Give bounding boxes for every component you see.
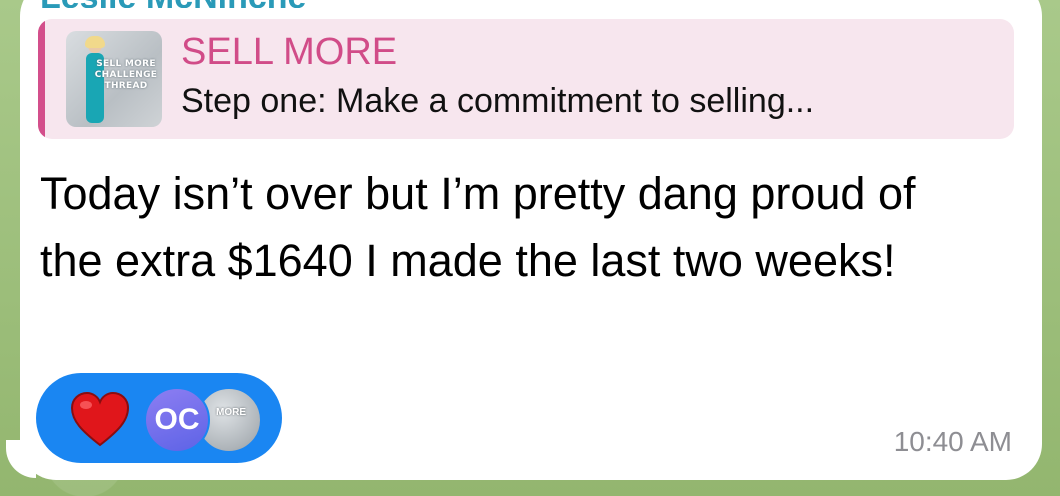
message-text: Today isn’t over but I’m pretty dang pro… bbox=[40, 168, 916, 286]
reply-title: SELL MORE bbox=[181, 31, 398, 73]
reply-preview[interactable]: SELL MORE CHALLENGE THREAD SELL MORE Ste… bbox=[38, 19, 1014, 139]
message-timestamp: 10:40 AM bbox=[893, 426, 1012, 457]
avatar-more-label: MORE bbox=[216, 407, 246, 418]
thumbnail-caption: SELL MORE CHALLENGE THREAD bbox=[94, 59, 158, 91]
reply-accent-bar bbox=[38, 19, 45, 139]
reply-text: Step one: Make a commitment to selling..… bbox=[181, 82, 815, 120]
reaction-pill[interactable]: OC MORE bbox=[36, 373, 282, 463]
reactor-avatar-oc[interactable]: OC bbox=[144, 387, 210, 453]
reply-thumbnail: SELL MORE CHALLENGE THREAD bbox=[66, 31, 162, 127]
heart-icon bbox=[70, 391, 130, 447]
sender-name[interactable]: Lesile McNinche bbox=[40, 0, 306, 8]
